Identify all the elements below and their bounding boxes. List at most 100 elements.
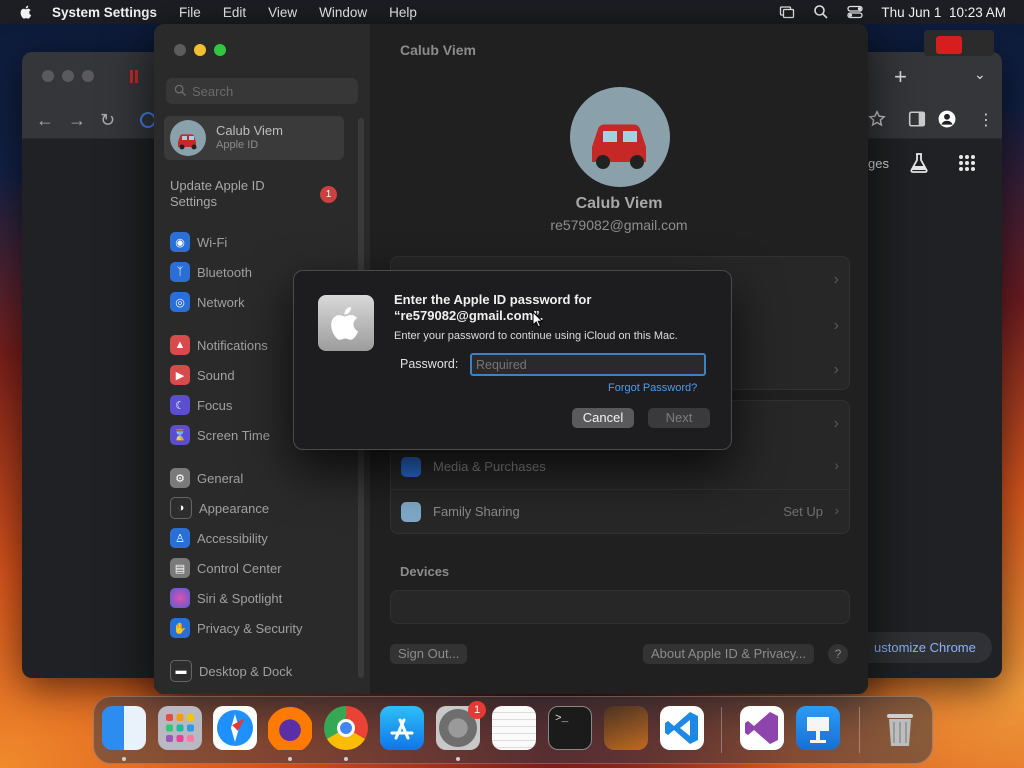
dialog-description: Enter your password to continue using iC… (394, 330, 678, 342)
devices-list (390, 590, 850, 624)
screen-mirroring-icon[interactable] (779, 4, 795, 20)
forward-icon[interactable]: → (68, 110, 86, 131)
sidebar-item-privacy-security[interactable]: ✋ Privacy & Security (170, 617, 302, 639)
chrome-menu-icon[interactable]: ⋮ (978, 110, 994, 130)
sidebar-account[interactable]: Calub Viem Apple ID (164, 116, 344, 160)
back-icon[interactable]: ← (36, 110, 54, 131)
spotlight-search-icon[interactable] (813, 4, 829, 20)
menu-file[interactable]: File (179, 5, 201, 20)
bookmark-star-icon[interactable] (868, 110, 886, 128)
profile-name: Calub Viem (575, 195, 663, 212)
chevron-right-icon: › (833, 271, 839, 288)
sidebar-item-label: Wi-Fi (197, 234, 228, 250)
sidebar-item-sound[interactable]: ▶ Sound (170, 364, 235, 386)
sidebar-item-siri-spotlight[interactable]: Siri & Spotlight (170, 587, 282, 609)
reload-icon[interactable]: ↻ (100, 110, 115, 131)
media-purchases-label: Media & Purchases (433, 459, 546, 474)
textedit-icon[interactable] (492, 706, 536, 750)
system-settings-badge: 1 (468, 701, 486, 719)
trash-icon[interactable] (878, 706, 922, 750)
media-purchases-row[interactable]: Media & Purchases › (391, 445, 849, 489)
youtube-window-thumbnail[interactable] (924, 30, 994, 56)
partial-images-link[interactable]: ges (868, 156, 889, 171)
sidebar-item-notifications[interactable]: ▲ Notifications (170, 334, 268, 356)
menu-view[interactable]: View (268, 5, 297, 20)
menu-help[interactable]: Help (389, 5, 417, 20)
garageband-icon[interactable] (604, 706, 648, 750)
profile-icon[interactable] (938, 110, 956, 128)
chrome-close-button[interactable] (42, 70, 54, 82)
running-indicator (122, 757, 126, 761)
sidebar-item-network[interactable]: ◎ Network (170, 291, 245, 313)
hand-icon: ✋ (170, 618, 190, 638)
appearance-icon: ◑ (170, 497, 192, 519)
sidebar-item-accessibility[interactable]: ♙ Accessibility (170, 527, 268, 549)
chevron-right-icon: › (833, 361, 839, 378)
password-field[interactable] (470, 353, 706, 376)
family-sharing-value: Set Up (783, 504, 823, 519)
chevron-right-icon: › (833, 415, 839, 432)
app-store-icon[interactable] (380, 706, 424, 750)
sidebar-item-control-center[interactable]: ▤ Control Center (170, 557, 282, 579)
sidebar-item-wifi[interactable]: ◉ Wi-Fi (170, 231, 227, 253)
control-center-icon[interactable] (847, 4, 864, 20)
launchpad-icon[interactable] (158, 706, 202, 750)
menu-app-name[interactable]: System Settings (52, 5, 157, 20)
help-button[interactable]: ? (828, 644, 848, 664)
terminal-icon[interactable]: >_ (548, 706, 592, 750)
youtube-tab-icon[interactable] (130, 70, 133, 83)
sidebar-item-focus[interactable]: ☾ Focus (170, 394, 232, 416)
profile-avatar[interactable] (570, 87, 670, 187)
google-apps-icon[interactable] (958, 154, 976, 172)
sidebar-item-bluetooth[interactable]: ᛉ Bluetooth (170, 261, 252, 283)
sidebar-item-label: Sound (197, 367, 235, 383)
safari-icon[interactable] (213, 706, 257, 750)
cancel-button[interactable]: Cancel (572, 408, 634, 428)
finder-icon[interactable] (102, 706, 146, 750)
sidebar-item-screen-time[interactable]: ⌛ Screen Time (170, 424, 270, 446)
customize-chrome-button[interactable]: ustomize Chrome (852, 632, 992, 663)
mouse-cursor-icon (532, 311, 544, 328)
sidebar-item-general[interactable]: ⚙ General (170, 467, 243, 489)
sign-out-button[interactable]: Sign Out... (390, 644, 468, 664)
menu-clock[interactable]: Thu Jun 1 10:23 AM (881, 5, 1006, 20)
family-sharing-row[interactable]: Family Sharing Set Up › (391, 489, 849, 534)
keynote-icon[interactable] (796, 706, 840, 750)
about-apple-id-privacy-button[interactable]: About Apple ID & Privacy... (643, 644, 815, 664)
bell-icon: ▲ (170, 335, 190, 355)
sidebar-item-label: Siri & Spotlight (197, 590, 283, 606)
accessibility-icon: ♙ (170, 528, 190, 548)
minimize-button[interactable] (194, 44, 206, 56)
side-panel-icon[interactable] (908, 110, 926, 128)
zoom-button[interactable] (214, 44, 226, 56)
forgot-password-link[interactable]: Forgot Password? (608, 382, 697, 394)
close-button[interactable] (174, 44, 186, 56)
hourglass-icon: ⌛ (170, 425, 190, 445)
vscode-icon[interactable] (660, 706, 704, 750)
visual-studio-icon[interactable] (740, 706, 784, 750)
dialog-title: Enter the Apple ID password for “re57908… (394, 292, 592, 323)
apple-menu-icon[interactable] (18, 4, 34, 20)
tab-search-chevron-icon[interactable]: ⌄ (974, 66, 986, 83)
firefox-icon[interactable] (268, 706, 312, 750)
sidebar-search[interactable]: Search (166, 78, 358, 104)
menu-window[interactable]: Window (319, 5, 367, 20)
apple-id-password-dialog: Enter the Apple ID password for “re57908… (293, 270, 732, 450)
chrome-zoom-button[interactable] (82, 70, 94, 82)
sidebar-item-appearance[interactable]: ◑ Appearance (170, 497, 269, 519)
sidebar-item-label: Notifications (197, 337, 268, 353)
chrome-minimize-button[interactable] (62, 70, 74, 82)
sidebar-item-label: Bluetooth (197, 264, 252, 280)
running-indicator (288, 757, 292, 761)
family-sharing-label: Family Sharing (433, 504, 520, 519)
new-tab-icon[interactable]: + (894, 64, 907, 90)
labs-flask-icon[interactable] (908, 152, 930, 174)
chevron-right-icon: › (834, 457, 839, 473)
update-apple-id-settings[interactable]: Update Apple ID Settings (170, 178, 300, 210)
next-button[interactable]: Next (648, 408, 710, 428)
chrome-icon[interactable] (324, 706, 368, 750)
sidebar-item-desktop-dock[interactable]: ▬ Desktop & Dock (170, 660, 292, 682)
menu-edit[interactable]: Edit (223, 5, 246, 20)
dock-icon: ▬ (170, 660, 192, 682)
speaker-icon: ▶ (170, 365, 190, 385)
